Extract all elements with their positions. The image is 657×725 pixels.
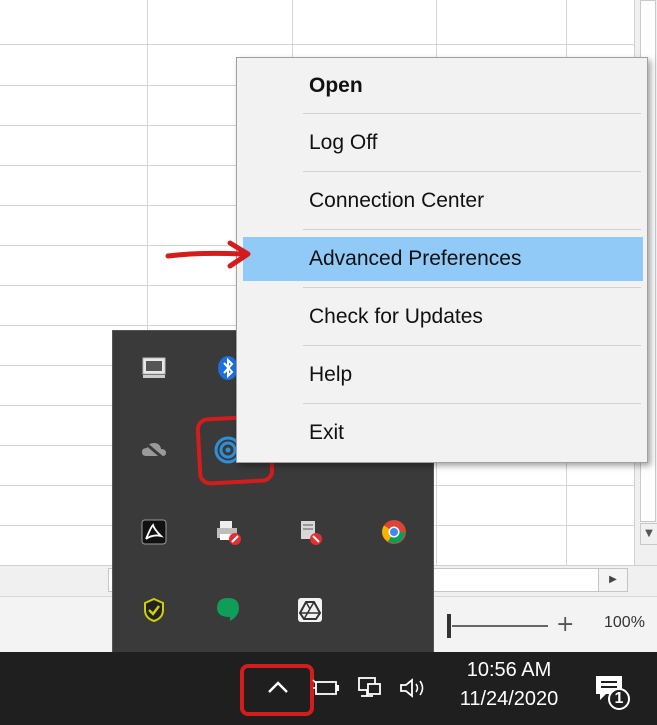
battery-icon[interactable] <box>312 678 342 702</box>
menu-item-label: Help <box>309 363 353 386</box>
menu-item-label: Open <box>309 74 363 97</box>
menu-item-help[interactable]: Help <box>243 353 643 397</box>
touchpad-icon[interactable] <box>137 351 171 385</box>
annotation-box-chevron <box>240 664 314 716</box>
app-error-icon[interactable] <box>293 515 327 549</box>
menu-item-label: Advanced Preferences <box>309 247 522 270</box>
menu-separator <box>303 345 641 346</box>
acrobat-icon[interactable] <box>137 515 171 549</box>
clock-date: 11/24/2020 <box>459 688 559 710</box>
annotation-arrow-icon <box>165 240 251 269</box>
notification-count-badge: 1 <box>614 690 624 707</box>
menu-item-label: Log Off <box>309 131 378 154</box>
grid-row-line <box>0 44 640 45</box>
network-icon[interactable] <box>356 676 384 704</box>
action-center-button[interactable]: 1 <box>590 670 630 710</box>
chrome-icon[interactable] <box>377 515 411 549</box>
zoom-in-icon[interactable]: + <box>556 612 574 637</box>
menu-separator <box>303 113 641 114</box>
taskbar-clock[interactable]: 10:56 AM 11/24/2020 <box>444 656 574 714</box>
security-shield-icon[interactable] <box>137 593 171 627</box>
zoom-slider-thumb[interactable] <box>447 614 451 638</box>
zoom-slider-track[interactable] <box>452 625 548 627</box>
menu-item-log-off[interactable]: Log Off <box>243 121 643 165</box>
google-drive-icon[interactable] <box>293 593 327 627</box>
menu-item-label: Connection Center <box>309 189 485 212</box>
menu-separator <box>303 171 641 172</box>
clock-time: 10:56 AM <box>466 659 552 681</box>
printer-error-icon[interactable] <box>211 515 245 549</box>
onedrive-icon[interactable] <box>137 433 171 467</box>
citrix-context-menu: Open Log Off Connection Center Advanced … <box>236 57 648 463</box>
menu-item-advanced-preferences[interactable]: Advanced Preferences <box>243 237 643 281</box>
menu-item-open[interactable]: Open <box>243 64 643 108</box>
menu-separator <box>303 229 641 230</box>
menu-item-label: Check for Updates <box>309 305 483 328</box>
menu-item-check-for-updates[interactable]: Check for Updates <box>243 295 643 339</box>
menu-item-exit[interactable]: Exit <box>243 411 643 455</box>
menu-item-connection-center[interactable]: Connection Center <box>243 179 643 223</box>
volume-icon[interactable] <box>398 676 428 704</box>
hangouts-icon[interactable] <box>211 593 245 627</box>
menu-item-label: Exit <box>309 421 345 444</box>
menu-separator <box>303 403 641 404</box>
scroll-right-arrow-icon[interactable]: ▶ <box>598 568 628 592</box>
zoom-level[interactable]: 100% <box>604 614 645 632</box>
scroll-down-arrow-icon[interactable]: ▼ <box>640 523 657 545</box>
menu-separator <box>303 287 641 288</box>
